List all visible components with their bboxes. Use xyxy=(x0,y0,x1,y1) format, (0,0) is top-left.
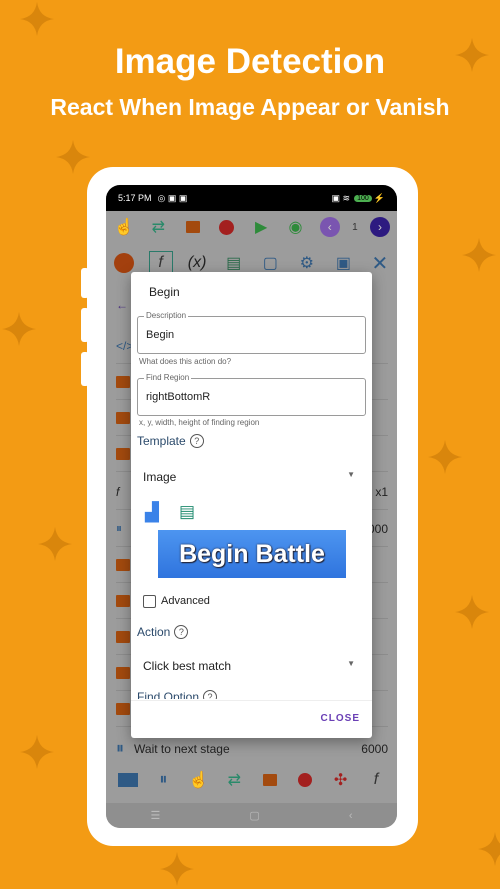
find-image-icon[interactable]: ▤ xyxy=(179,502,201,522)
image-icon xyxy=(116,702,130,715)
action-toolbar: ☝ ⇄ ▶ ◉ ‹ 1 › xyxy=(112,215,392,239)
back-nav-icon[interactable]: ‹ xyxy=(349,810,353,822)
navigation-bar: ☰ ▢ ‹ xyxy=(106,803,397,828)
find-region-helper: x, y, width, height of finding region xyxy=(139,418,260,427)
description-helper: What does this action do? xyxy=(139,357,232,366)
star-decoration-icon xyxy=(428,440,462,474)
star-decoration-icon xyxy=(2,312,36,346)
row-value: 6000 xyxy=(361,742,388,756)
star-decoration-icon xyxy=(20,2,54,36)
action-select[interactable]: Click best match ▼ xyxy=(143,659,355,673)
home-nav-icon[interactable]: ▢ xyxy=(249,809,259,822)
description-field[interactable]: Description Begin xyxy=(137,311,366,354)
find-region-field[interactable]: Find Region rightBottomR xyxy=(137,373,366,416)
find-region-label: Find Region xyxy=(144,373,192,382)
promo-subtitle: React When Image Appear or Vanish xyxy=(50,94,450,120)
promo-title: Image Detection xyxy=(114,42,386,81)
star-decoration-icon xyxy=(478,832,500,866)
close-icon[interactable]: ✕ xyxy=(368,251,392,275)
battery-indicator: 100 xyxy=(354,194,372,202)
image-icon xyxy=(116,666,130,679)
star-decoration-icon xyxy=(20,735,54,769)
record-icon[interactable] xyxy=(293,768,317,792)
swipe-icon[interactable]: ⇄ xyxy=(146,215,170,239)
dialog-title: Begin xyxy=(149,285,180,299)
star-decoration-icon xyxy=(38,527,72,561)
row-value: x1 xyxy=(375,484,388,499)
back-arrow-icon: ← xyxy=(116,298,128,312)
charging-icon: ⚡ xyxy=(373,192,385,203)
advanced-label: Advanced xyxy=(161,595,210,607)
star-decoration-icon xyxy=(56,140,90,174)
screen-icon[interactable] xyxy=(116,768,140,792)
image-tap-icon[interactable] xyxy=(258,768,282,792)
template-image: Begin Battle xyxy=(158,530,346,578)
tap-icon[interactable]: ☝ xyxy=(112,215,136,239)
status-time: 5:17 PM xyxy=(118,193,152,203)
menu-nav-icon[interactable]: ☰ xyxy=(151,809,161,822)
template-label: Template xyxy=(137,434,186,448)
image-icon xyxy=(116,558,130,571)
find-option-section: Find Option? xyxy=(137,690,218,699)
notification-icons: ◎ ▣ ▣ xyxy=(157,192,188,203)
record-icon[interactable] xyxy=(215,215,239,239)
tap-icon[interactable]: ☝ xyxy=(187,768,211,792)
function-icon[interactable]: f xyxy=(364,768,388,792)
dropdown-arrow-icon: ▼ xyxy=(347,470,355,479)
description-label: Description xyxy=(144,311,189,320)
play-icon[interactable]: ▶ xyxy=(249,215,273,239)
template-select[interactable]: Image ▼ xyxy=(143,470,355,484)
previous-page-button[interactable]: ‹ xyxy=(318,215,342,239)
template-selected: Image xyxy=(143,470,177,484)
image-icon xyxy=(116,447,130,460)
image-icon xyxy=(116,375,130,388)
row-label: Wait to next stage xyxy=(134,742,230,756)
pause-icon: ⏸ xyxy=(116,521,123,535)
template-section: Template? xyxy=(137,434,204,448)
advanced-checkbox[interactable] xyxy=(143,595,156,608)
help-icon[interactable]: ? xyxy=(189,434,204,448)
eye-icon[interactable]: ◉ xyxy=(283,215,307,239)
pause-icon[interactable]: ⏸ xyxy=(151,768,175,792)
function-icon: f xyxy=(116,484,120,499)
divider xyxy=(131,700,372,701)
page-number: 1 xyxy=(352,221,358,233)
find-region-value: rightBottomR xyxy=(146,391,211,403)
help-icon[interactable]: ? xyxy=(203,690,218,699)
swipe-icon[interactable]: ⇄ xyxy=(222,768,246,792)
find-option-label: Find Option xyxy=(137,690,200,699)
image-icon xyxy=(116,411,130,424)
action-selected: Click best match xyxy=(143,659,232,673)
star-decoration-icon xyxy=(462,238,496,272)
star-decoration-icon xyxy=(160,852,194,886)
image-icon xyxy=(116,594,130,607)
status-bar: 5:17 PM ◎ ▣ ▣ ▣ ≋ 100 ⚡ xyxy=(106,185,397,211)
pause-icon: ⏸ xyxy=(116,740,125,757)
help-icon[interactable]: ? xyxy=(174,625,189,639)
bottom-toolbar: ⏸ ☝ ⇄ ✣ f xyxy=(116,768,388,792)
action-label: Action xyxy=(137,625,171,639)
action-dialog: Begin Description Begin What does this a… xyxy=(131,272,372,738)
action-section: Action? xyxy=(137,625,189,639)
image-tap-icon[interactable] xyxy=(181,215,205,239)
star-decoration-icon xyxy=(455,595,489,629)
dropdown-arrow-icon: ▼ xyxy=(347,659,355,668)
add-image-icon[interactable]: ▟ xyxy=(145,502,167,522)
close-button[interactable]: CLOSE xyxy=(321,713,360,724)
next-page-button[interactable]: › xyxy=(368,215,392,239)
multi-tap-icon[interactable]: ✣ xyxy=(329,768,353,792)
image-icon xyxy=(116,630,130,643)
wifi-icon: ▣ ≋ xyxy=(331,192,351,203)
description-value: Begin xyxy=(146,329,175,341)
